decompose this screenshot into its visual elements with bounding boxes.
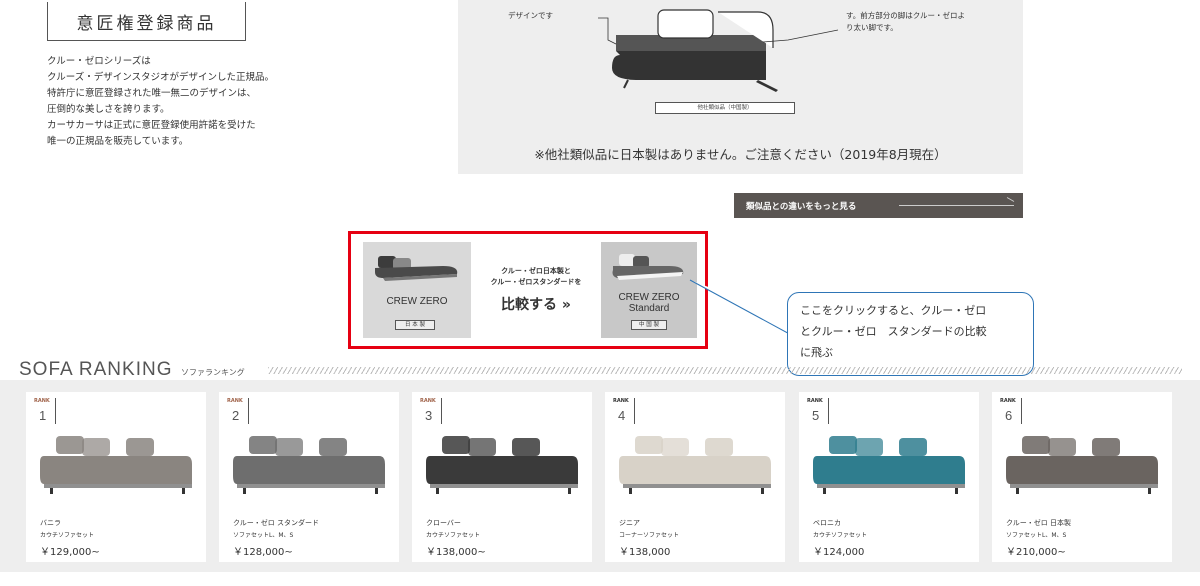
product-price: ￥129,000~ — [40, 547, 100, 558]
rank-number: 6 — [1005, 408, 1013, 423]
illustration-note-left: デザインです — [508, 11, 553, 20]
rank-number: 1 — [39, 408, 47, 423]
product-name[interactable]: クルー・ゼロ 日本製 — [1006, 518, 1071, 528]
product-price: ￥138,000~ — [426, 547, 486, 558]
compare-banner[interactable]: CREW ZERO 日 本 製 クルー・ゼロ日本製と クルー・ゼロスタンダードを… — [363, 242, 697, 338]
product-price: ￥128,000~ — [233, 547, 293, 558]
design-line: 唯一の正規品を販売しています。 — [47, 136, 189, 147]
crew-zero-label: CREW ZERO — [386, 296, 448, 307]
rank-label: RANK — [1000, 398, 1016, 404]
note-right-line: す。前方部分の脚はクルー・ゼロよ — [846, 11, 966, 20]
standard-name-line: CREW ZERO — [618, 292, 680, 303]
rank-number: 5 — [812, 408, 820, 423]
similar-product-illustration: デザインです す。前方部分の脚はクルー・ゼロよ り太い脚です。 他社類似品（中国… — [458, 0, 1023, 174]
product-type: ソファセットL、M、S — [1006, 532, 1067, 539]
crew-zero-standard-label: CREW ZERO Standard — [601, 292, 697, 314]
design-registered-title: 意匠権登録商品 — [47, 2, 246, 41]
rank-divider — [248, 398, 249, 424]
callout-line: ここをクリックすると、クルー・ゼロ — [800, 304, 987, 317]
sofa-product-image — [426, 436, 578, 494]
see-more-label: 類似品との違いをもっと見る — [746, 201, 857, 212]
rank-label: RANK — [227, 398, 243, 404]
design-line: 特許庁に意匠登録された唯一無二のデザインは、 — [47, 88, 257, 99]
product-type: カウチソファセット — [426, 532, 481, 539]
rank-label: RANK — [34, 398, 50, 404]
product-type: カウチソファセット — [813, 532, 868, 539]
design-description: クルー・ゼロシリーズは クルーズ・デザインスタジオがデザインした正規品。 特許庁… — [47, 54, 347, 150]
product-name[interactable]: ベロニカ — [813, 518, 841, 528]
design-line: 圧倒的な美しさを誇ります。 — [47, 104, 170, 115]
rank-divider — [441, 398, 442, 424]
sofa-product-image — [1006, 436, 1158, 494]
japan-made-tag: 日 本 製 — [395, 320, 435, 330]
compare-button-label: 比較する » — [501, 297, 571, 313]
sofa-product-image — [619, 436, 771, 494]
product-price: ￥138,000 — [619, 547, 671, 558]
product-name[interactable]: クローバー — [426, 518, 461, 528]
china-made-tag: 中 国 製 — [631, 320, 667, 330]
ranking-card[interactable]: RANK 6 クルー・ゼロ 日本製 ソファセットL、M、S ￥210,000~ — [992, 392, 1172, 562]
product-price: ￥210,000~ — [1006, 547, 1066, 558]
rank-number: 4 — [618, 408, 626, 423]
ranking-card[interactable]: RANK 2 クルー・ゼロ スタンダード ソファセットL、M、S ￥128,000~ — [219, 392, 399, 562]
sofa-icon — [375, 256, 458, 281]
arrow-head-icon — [1006, 197, 1015, 202]
rank-label: RANK — [613, 398, 629, 404]
product-name[interactable]: クルー・ゼロ スタンダード — [233, 518, 319, 528]
design-line: カーサカーサは正式に意匠登録使用許諾を受けた — [47, 120, 256, 131]
compare-line-1: クルー・ゼロ日本製と — [501, 267, 571, 275]
design-line: クルー・ゼロシリーズは — [47, 56, 151, 67]
ranking-card[interactable]: RANK 4 ジニアコーナーソファセット ￥138,000 — [605, 392, 785, 562]
product-name[interactable]: ジニア — [619, 518, 640, 528]
crew-zero-standard-panel[interactable]: CREW ZERO Standard 中 国 製 — [601, 242, 697, 338]
sofa-product-image — [233, 436, 385, 494]
sofa-line-drawing-icon — [598, 9, 839, 92]
product-type: カウチソファセット — [40, 532, 95, 539]
rank-divider — [634, 398, 635, 424]
callout-line: とクルー・ゼロ スタンダードの比較 — [800, 325, 987, 338]
sofa-icon — [612, 254, 684, 280]
ranking-divider — [268, 367, 1182, 374]
product-type: ソファセットL、M、S — [233, 532, 294, 539]
arrow-right-icon — [899, 205, 1014, 206]
sofa-product-image — [813, 436, 965, 494]
rank-number: 3 — [425, 408, 433, 423]
no-japan-made-warning: ※他社類似品に日本製はありません。ご注意ください（2019年8月現在） — [534, 147, 947, 162]
compare-banner-highlight: CREW ZERO 日 本 製 クルー・ゼロ日本製と クルー・ゼロスタンダードを… — [348, 231, 708, 349]
ranking-card[interactable]: RANK 3 クローバーカウチソファセット ￥138,000~ — [412, 392, 592, 562]
ranking-title: SOFA RANKING — [19, 359, 173, 380]
ranking-subtitle: ソファランキング — [181, 368, 245, 377]
product-price: ￥124,000 — [813, 547, 865, 558]
rank-divider — [55, 398, 56, 424]
design-line: クルーズ・デザインスタジオがデザインした正規品。 — [47, 72, 275, 83]
illustration-note-right: す。前方部分の脚はクルー・ゼロよ り太い脚です。 — [846, 10, 965, 34]
product-name[interactable]: バニラ — [40, 518, 61, 528]
sofa-product-image — [40, 436, 192, 494]
note-right-line: り太い脚です。 — [846, 23, 898, 32]
compare-cta[interactable]: クルー・ゼロ日本製と クルー・ゼロスタンダードを 比較する » — [471, 242, 601, 338]
rank-label: RANK — [807, 398, 823, 404]
standard-name-line: Standard — [628, 303, 670, 314]
product-type: コーナーソファセット — [619, 532, 680, 539]
rank-divider — [1021, 398, 1022, 424]
rank-label: RANK — [420, 398, 436, 404]
ranking-card[interactable]: RANK 1 バニラカウチソファセット ￥129,000~ — [26, 392, 206, 562]
ranking-card[interactable]: RANK 5 ベロニカカウチソファセット ￥124,000 — [799, 392, 979, 562]
illustration-caption: 他社類似品（中国製） — [655, 102, 795, 114]
compare-line-2: クルー・ゼロスタンダードを — [490, 278, 582, 286]
see-more-differences-button[interactable]: 類似品との違いをもっと見る — [734, 193, 1023, 218]
rank-divider — [828, 398, 829, 424]
rank-number: 2 — [232, 408, 240, 423]
crew-zero-japan-panel[interactable]: CREW ZERO 日 本 製 — [363, 242, 471, 338]
